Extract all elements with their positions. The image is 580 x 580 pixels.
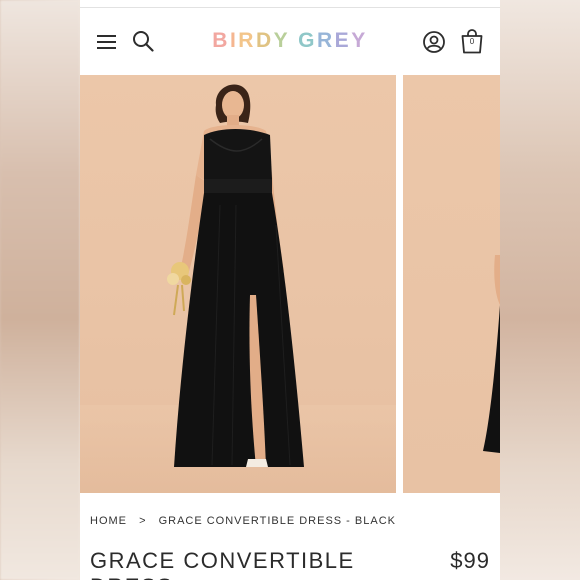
dress-model-illustration xyxy=(80,84,396,493)
search-icon[interactable] xyxy=(132,30,154,52)
product-gallery[interactable] xyxy=(80,75,500,493)
background-blur-right xyxy=(500,0,580,580)
breadcrumb-current: GRACE CONVERTIBLE DRESS - BLACK xyxy=(158,515,396,527)
breadcrumb-separator: > xyxy=(139,515,147,527)
product-title: GRACE CONVERTIBLE DRESS xyxy=(90,548,355,580)
breadcrumb-home-link[interactable]: HOME xyxy=(90,515,127,527)
bag-button[interactable]: 0 xyxy=(460,28,484,54)
product-image-next[interactable] xyxy=(403,75,500,493)
brand-logo[interactable]: BIRDY GREY xyxy=(190,29,390,53)
menu-icon[interactable] xyxy=(97,34,116,50)
account-icon[interactable] xyxy=(422,30,446,54)
breadcrumb: HOME > GRACE CONVERTIBLE DRESS - BLACK xyxy=(90,515,396,527)
background-blur-left xyxy=(0,0,80,580)
cart-count-badge: 0 xyxy=(469,37,475,46)
phone-screen: BIRDY GREY 0 HOME > GRACE CONVERTIBLE DR… xyxy=(80,0,500,580)
site-header: BIRDY GREY 0 xyxy=(80,8,500,75)
dress-model-partial xyxy=(483,255,500,453)
product-image-main[interactable] xyxy=(80,75,396,493)
product-price: $99 xyxy=(450,548,490,573)
